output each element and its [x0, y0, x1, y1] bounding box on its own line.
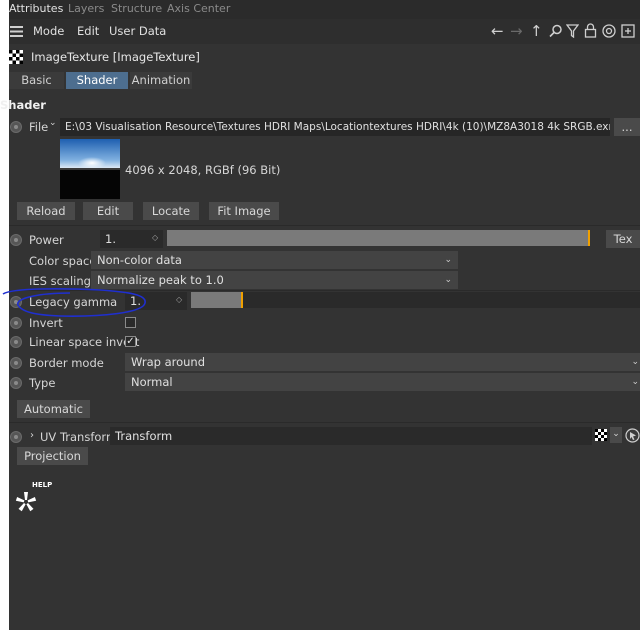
- linear-space-invert-checkbox[interactable]: ✓: [125, 336, 136, 347]
- tab-structure[interactable]: Structure: [111, 0, 162, 19]
- power-label: Power: [29, 233, 64, 247]
- up-arrow-icon[interactable]: ↑: [530, 23, 543, 40]
- menu-edit[interactable]: Edit: [77, 19, 99, 44]
- help-octane-icon[interactable]: [12, 486, 44, 514]
- help-label: HELP: [32, 481, 53, 489]
- type-label: Type: [29, 376, 56, 390]
- filter-icon[interactable]: [566, 24, 579, 38]
- type-key-radio[interactable]: [10, 377, 22, 389]
- tex-button[interactable]: Tex: [606, 230, 640, 248]
- tab-shader[interactable]: Shader: [66, 72, 128, 89]
- hdri-preview-thumbnail: [60, 139, 120, 199]
- lock-icon[interactable]: [584, 23, 597, 38]
- file-label: File: [29, 120, 49, 134]
- chevron-down-icon: ⌄: [444, 255, 452, 265]
- forward-arrow-icon[interactable]: →: [510, 23, 523, 40]
- pick-node-icon[interactable]: [625, 428, 640, 443]
- checker-texture-icon: [595, 429, 607, 441]
- new-window-icon[interactable]: [621, 24, 635, 38]
- manager-tab-strip: Attributes Layers Structure Axis Center: [9, 0, 640, 19]
- tab-attributes[interactable]: Attributes: [9, 0, 63, 19]
- spinner-icon[interactable]: ◇: [176, 295, 182, 304]
- divider: [9, 225, 640, 226]
- chevron-down-icon[interactable]: ⌄: [49, 118, 57, 128]
- border-mode-label: Border mode: [29, 356, 104, 370]
- menu-user-data[interactable]: User Data: [109, 19, 166, 44]
- uv-transform-label: UV Transform: [40, 430, 118, 444]
- chevron-down-icon: ⌄: [631, 377, 639, 387]
- type-dropdown[interactable]: Normal ⌄: [125, 373, 640, 391]
- border-mode-key-radio[interactable]: [10, 357, 22, 369]
- object-title: ImageTexture [ImageTexture]: [31, 50, 200, 64]
- image-info: 4096 x 2048, RGBf (96 Bit): [125, 163, 281, 177]
- uv-transform-link-field[interactable]: Transform: [110, 427, 592, 445]
- border-mode-dropdown[interactable]: Wrap around ⌄: [125, 353, 640, 371]
- back-arrow-icon[interactable]: ←: [491, 23, 504, 40]
- slider-knob[interactable]: [241, 292, 243, 308]
- slider-knob[interactable]: [588, 230, 590, 246]
- color-space-value: Non-color data: [97, 253, 182, 267]
- linear-space-invert-label: Linear space invert: [29, 335, 140, 349]
- uv-transform-key-radio[interactable]: [10, 431, 22, 443]
- tab-basic[interactable]: Basic: [9, 72, 64, 89]
- color-space-label: Color space: [29, 254, 97, 268]
- file-path-field[interactable]: E:\03 Visualisation Resource\Textures HD…: [60, 118, 610, 136]
- locate-button[interactable]: Locate: [143, 202, 199, 220]
- section-title-shader: Shader: [0, 98, 46, 112]
- hamburger-icon[interactable]: [10, 26, 23, 37]
- chevron-down-icon: ⌄: [444, 275, 452, 285]
- annotation-ellipse: [2, 288, 146, 317]
- color-space-dropdown[interactable]: Non-color data ⌄: [91, 251, 458, 269]
- legacy-gamma-slider[interactable]: [191, 292, 243, 308]
- power-key-radio[interactable]: [10, 234, 22, 246]
- automatic-button[interactable]: Automatic: [17, 400, 90, 418]
- spinner-icon[interactable]: ◇: [152, 233, 158, 242]
- chevron-right-icon[interactable]: ›: [30, 430, 34, 441]
- type-value: Normal: [131, 375, 173, 389]
- tab-layers[interactable]: Layers: [68, 0, 104, 19]
- reload-button[interactable]: Reload: [17, 202, 75, 220]
- checker-texture-icon: [9, 50, 23, 64]
- edit-button[interactable]: Edit: [83, 202, 133, 220]
- search-icon[interactable]: [549, 24, 563, 38]
- projection-button[interactable]: Projection: [17, 447, 88, 465]
- divider: [9, 422, 640, 423]
- chevron-down-icon[interactable]: ⌄: [610, 427, 622, 443]
- power-slider[interactable]: [167, 230, 590, 246]
- browse-button[interactable]: ...: [614, 118, 640, 136]
- fit-image-button[interactable]: Fit Image: [209, 202, 279, 220]
- legacy-gamma-slider-track[interactable]: [191, 292, 640, 308]
- tab-axis-center[interactable]: Axis Center: [167, 0, 230, 19]
- animation-key-radio[interactable]: [10, 121, 22, 133]
- linear-space-invert-key-radio[interactable]: [10, 336, 22, 348]
- target-icon[interactable]: [602, 24, 616, 38]
- tab-animation[interactable]: Animation: [130, 72, 192, 89]
- chevron-down-icon: ⌄: [631, 357, 639, 367]
- menu-mode[interactable]: Mode: [33, 19, 64, 44]
- border-mode-value: Wrap around: [131, 355, 206, 369]
- menu-bar: Mode Edit User Data ← → ↑: [9, 19, 640, 44]
